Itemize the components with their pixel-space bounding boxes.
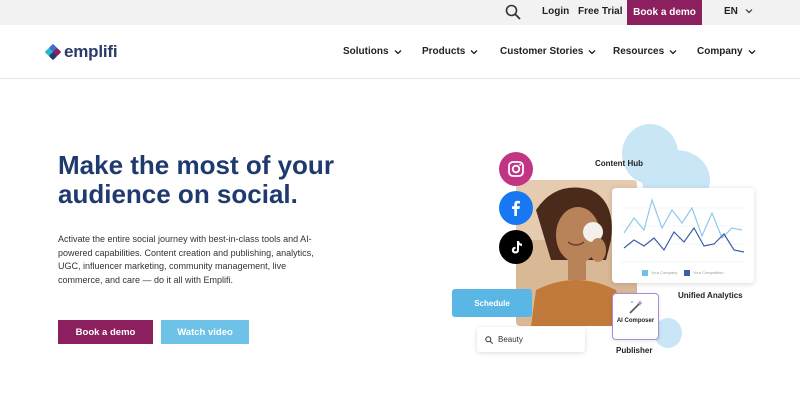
unified-analytics-label: Unified Analytics (678, 291, 743, 300)
free-trial-link[interactable]: Free Trial (578, 6, 622, 17)
utility-bar: Login Free Trial Book a demo EN (0, 0, 800, 25)
ai-composer-card: AI Composer (612, 293, 659, 340)
nav-item-resources[interactable]: Resources (613, 46, 677, 57)
nav-item-label: Company (697, 46, 743, 57)
search-icon (485, 335, 493, 344)
analytics-line-chart (620, 197, 746, 276)
nav-item-label: Solutions (343, 46, 389, 57)
tiktok-icon (499, 230, 533, 264)
main-navigation: emplifi Solutions Products Customer Stor… (0, 25, 800, 79)
search-value: Beauty (498, 335, 523, 344)
facebook-icon (499, 191, 533, 225)
nav-item-label: Products (422, 46, 466, 57)
chevron-down-icon (669, 49, 677, 54)
nav-item-customer-stories[interactable]: Customer Stories (500, 46, 596, 57)
chevron-down-icon[interactable] (745, 7, 753, 15)
chevron-down-icon (394, 49, 402, 54)
nav-item-label: Customer Stories (500, 46, 584, 57)
language-selector[interactable]: EN (724, 6, 738, 17)
analytics-chart-card: Your Company Your Competition (612, 188, 754, 283)
magic-wand-icon (629, 300, 643, 314)
book-demo-top-button[interactable]: Book a demo (627, 0, 702, 25)
search-icon[interactable] (505, 4, 521, 20)
legend-your-company: Your Company (651, 270, 678, 275)
nav-item-label: Resources (613, 46, 665, 57)
instagram-icon (499, 152, 533, 186)
publisher-label: Publisher (616, 346, 653, 355)
nav-item-products[interactable]: Products (422, 46, 478, 57)
nav-item-company[interactable]: Company (697, 46, 756, 57)
content-hub-label: Content Hub (595, 159, 643, 168)
brand-logo[interactable]: emplifi (45, 42, 118, 62)
nav-item-solutions[interactable]: Solutions (343, 46, 402, 57)
schedule-chip: Schedule (452, 289, 532, 317)
search-box: Beauty (477, 327, 585, 352)
watch-video-button[interactable]: Watch video (161, 320, 249, 344)
brand-name: emplifi (64, 42, 118, 61)
ai-composer-label: AI Composer (616, 318, 655, 324)
chevron-down-icon (748, 49, 756, 54)
legend-your-competition: Your Competition (693, 270, 724, 275)
login-link[interactable]: Login (542, 6, 569, 17)
hero-title: Make the most of your audience on social… (58, 150, 334, 209)
hero-description: Activate the entire social journey with … (58, 234, 314, 285)
chevron-down-icon (470, 49, 478, 54)
chevron-down-icon (588, 49, 596, 54)
book-demo-button[interactable]: Book a demo (58, 320, 153, 344)
emplifi-logo-icon (45, 44, 61, 60)
